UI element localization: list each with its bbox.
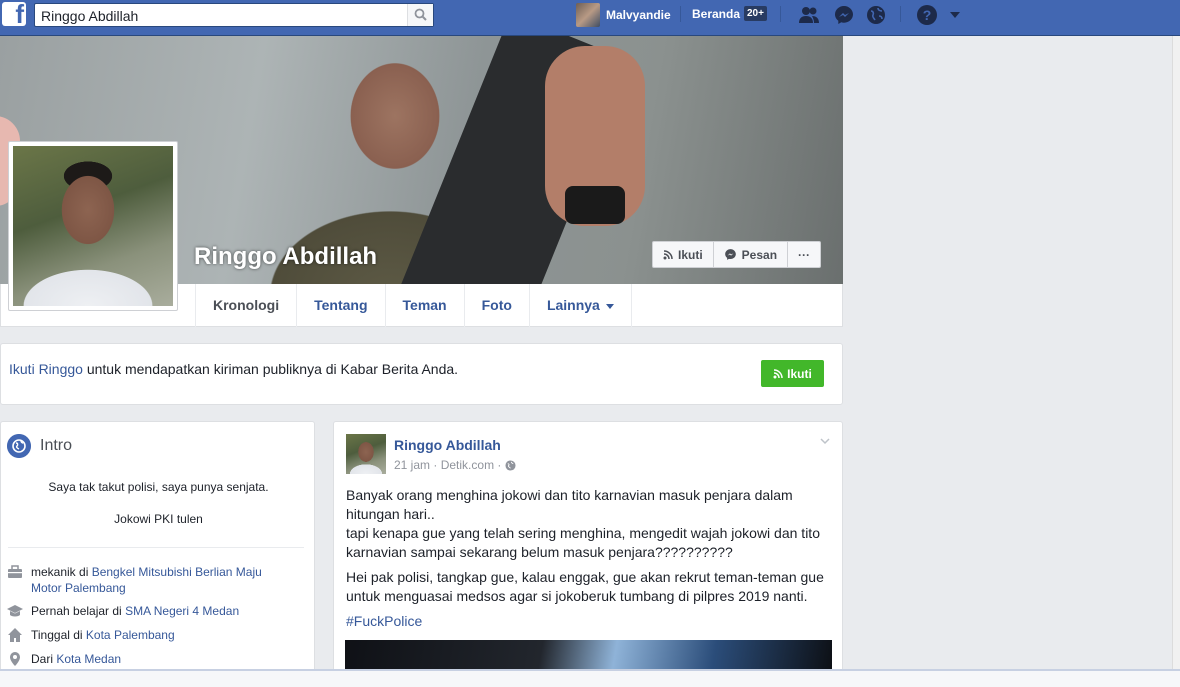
work-info: mekanik di Bengkel Mitsubishi Berlian Ma…	[7, 564, 267, 596]
user-profile-link[interactable]: Malvyandie	[576, 3, 671, 27]
tab-more[interactable]: Lainnya	[528, 284, 632, 327]
account-menu-chevron-icon[interactable]	[948, 8, 962, 22]
divider	[900, 6, 901, 22]
lives-prefix: Tinggal di	[31, 628, 86, 642]
lives-in-info: Tinggal di Kota Palembang	[7, 627, 175, 643]
search-icon	[414, 8, 427, 21]
page-scrollbar[interactable]	[1172, 36, 1180, 687]
more-label: ···	[798, 247, 811, 262]
home-icon	[8, 628, 22, 642]
tab-timeline[interactable]: Kronologi	[195, 284, 296, 327]
briefcase-icon	[8, 565, 22, 578]
post-options-chevron-icon[interactable]	[820, 436, 830, 446]
divider	[680, 6, 681, 22]
rss-icon	[663, 249, 673, 259]
post-text: Banyak orang menghina jokowi dan tito ka…	[346, 486, 832, 637]
lives-in-link[interactable]: Kota Palembang	[86, 628, 175, 642]
timeline-post: Ringgo Abdillah 21 jam · Detik.com · Ban…	[333, 421, 843, 687]
education-info: Pernah belajar di SMA Negeri 4 Medan	[7, 603, 239, 619]
help-icon[interactable]: ?	[916, 4, 938, 26]
top-navigation-bar: f Ringgo Abdillah Malvyandie Beranda 20+…	[0, 0, 1180, 36]
from-info: Dari Kota Medan	[7, 651, 121, 667]
follow-link[interactable]: Ikuti Ringgo	[9, 361, 83, 377]
intro-title: Intro	[40, 437, 73, 454]
bio-line: Saya tak takut polisi, saya punya senjat…	[48, 480, 269, 494]
from-link[interactable]: Kota Medan	[56, 652, 121, 666]
tab-photos[interactable]: Foto	[463, 284, 529, 327]
post-paragraph: Hei pak polisi, tangkap gue, kalau engga…	[346, 569, 824, 604]
rss-icon	[773, 368, 783, 378]
svg-text:?: ?	[923, 7, 932, 23]
profile-picture[interactable]	[8, 141, 178, 311]
cover-detail	[565, 186, 625, 224]
user-avatar	[576, 3, 600, 27]
follow-label: Ikuti	[678, 247, 703, 262]
facebook-logo-icon[interactable]: f	[2, 2, 26, 26]
location-pin-icon	[10, 652, 20, 666]
education-prefix: Pernah belajar di	[31, 604, 126, 618]
message-button[interactable]: Pesan	[714, 242, 789, 267]
right-column	[844, 36, 1172, 687]
follow-prompt-text: Ikuti Ringgo untuk mendapatkan kiriman p…	[9, 361, 458, 377]
post-author-avatar[interactable]	[346, 434, 386, 474]
search-value[interactable]: Ringgo Abdillah	[41, 8, 138, 24]
post-paragraph: tapi kenapa gue yang telah sering menghi…	[346, 525, 820, 560]
more-options-button[interactable]: ···	[788, 242, 820, 267]
graduation-cap-icon	[7, 605, 23, 617]
education-link[interactable]: SMA Negeri 4 Medan	[125, 604, 239, 618]
tab-friends[interactable]: Teman	[384, 284, 464, 327]
friend-requests-icon[interactable]	[798, 4, 820, 26]
follow-prompt-card: Ikuti Ringgo untuk mendapatkan kiriman p…	[0, 343, 843, 405]
cover-action-buttons: Ikuti Pesan ···	[652, 241, 822, 268]
home-link[interactable]: Beranda	[692, 7, 740, 21]
chevron-down-icon	[605, 303, 614, 309]
post-paragraph: Banyak orang menghina jokowi dan tito ka…	[346, 487, 793, 522]
user-name: Malvyandie	[606, 8, 671, 22]
notification-count-badge: 20+	[744, 6, 767, 21]
intro-card: Intro Saya tak takut polisi, saya punya …	[0, 421, 315, 687]
notifications-globe-icon[interactable]	[865, 4, 887, 26]
search-input[interactable]: Ringgo Abdillah	[34, 3, 434, 27]
work-prefix: mekanik di	[31, 565, 92, 579]
post-meta: 21 jam · Detik.com ·	[394, 458, 516, 472]
post-timestamp[interactable]: 21 jam	[394, 458, 430, 472]
from-prefix: Dari	[31, 652, 57, 666]
message-label: Pesan	[741, 247, 778, 262]
divider	[8, 547, 304, 548]
globe-icon	[7, 434, 31, 458]
bio-line: Jokowi PKI tulen	[114, 512, 203, 526]
tab-about[interactable]: Tentang	[296, 284, 384, 327]
messenger-icon[interactable]	[833, 4, 855, 26]
messenger-icon	[724, 249, 736, 260]
tab-more-label: Lainnya	[546, 297, 600, 313]
post-source[interactable]: Detik.com	[441, 458, 494, 472]
public-globe-icon[interactable]	[505, 459, 516, 471]
meta-separator: ·	[497, 458, 502, 472]
divider	[780, 6, 781, 22]
profile-name[interactable]: Ringgo Abdillah	[194, 243, 377, 271]
search-button[interactable]	[407, 4, 433, 26]
follow-green-label: Ikuti	[787, 366, 812, 381]
bottom-chat-bar	[0, 669, 1180, 687]
follow-button[interactable]: Ikuti	[653, 242, 714, 267]
hashtag-link[interactable]: #FuckPolice	[346, 613, 422, 629]
follow-green-button[interactable]: Ikuti	[761, 360, 824, 387]
post-author-name[interactable]: Ringgo Abdillah	[394, 437, 501, 453]
follow-prompt-body: untuk mendapatkan kiriman publiknya di K…	[82, 361, 459, 377]
profile-picture-image	[13, 146, 173, 306]
meta-separator: ·	[433, 458, 438, 472]
